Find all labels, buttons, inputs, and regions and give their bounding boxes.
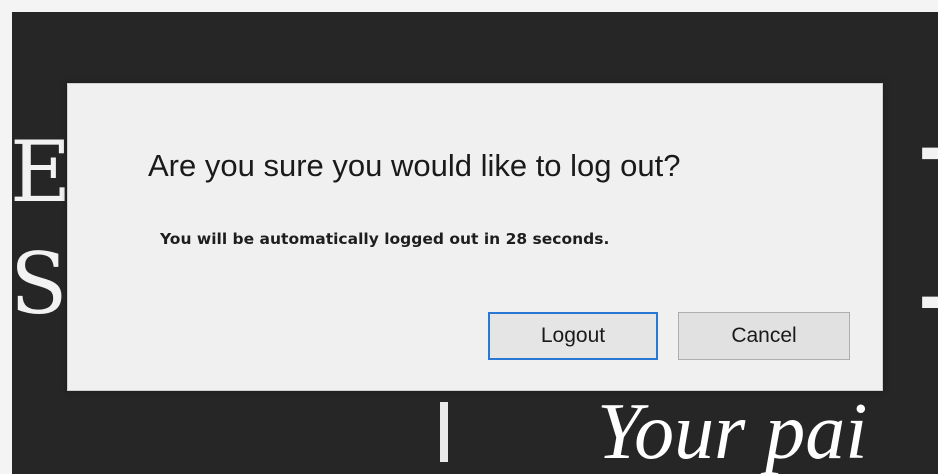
logout-confirmation-dialog: Are you sure you would like to log out? …: [67, 83, 883, 391]
background-heading-fragment: EI SI: [12, 116, 70, 340]
cancel-button[interactable]: Cancel: [678, 312, 850, 360]
dialog-title: Are you sure you would like to log out?: [148, 148, 681, 183]
auto-logout-message: You will be automatically logged out in …: [160, 230, 610, 248]
logout-button[interactable]: Logout: [488, 312, 658, 360]
background-heading-line-2: SI: [12, 235, 70, 333]
background-large-letter: E: [910, 112, 938, 352]
screen-frame: EI SI E Your pai Are you sure you would …: [0, 0, 938, 474]
background-divider: [440, 402, 448, 462]
background-tagline: Your pai: [597, 388, 868, 474]
background-heading-line-1: EI: [12, 123, 70, 221]
